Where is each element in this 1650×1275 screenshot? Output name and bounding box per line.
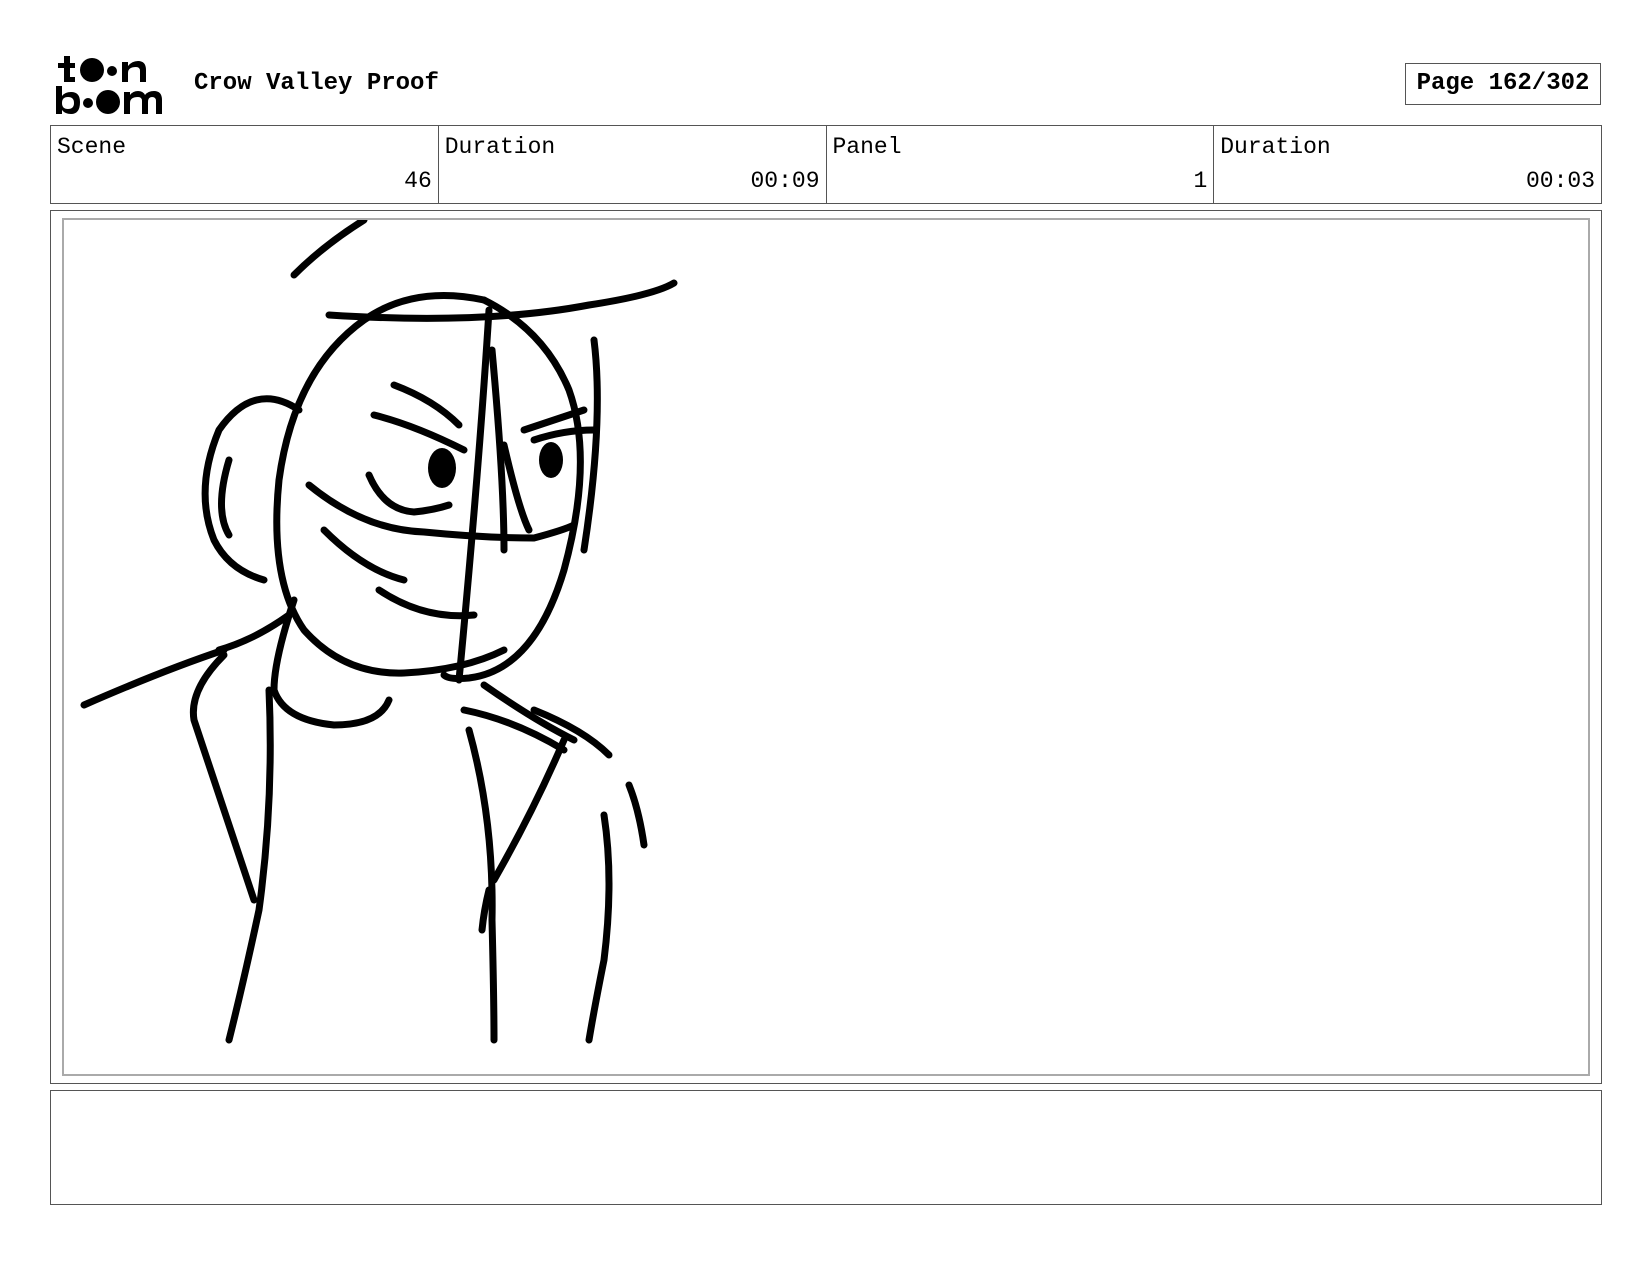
panel-duration-label: Duration	[1220, 134, 1331, 160]
scene-duration-label: Duration	[444, 134, 556, 160]
character-sketch	[80, 220, 678, 1044]
panel-duration-value: 00:03	[1525, 168, 1595, 194]
toon-boom-logo	[56, 56, 162, 114]
panel-value: 1	[1193, 168, 1208, 194]
panel-image-area	[62, 218, 1590, 1076]
scene-label: Scene	[57, 134, 127, 160]
scene-duration-cell: Duration 00:09	[439, 126, 827, 203]
scene-cell: Scene 46	[51, 126, 439, 203]
storyboard-panel	[50, 210, 1602, 1084]
panel-label: Panel	[832, 134, 902, 160]
panel-notes-box	[50, 1090, 1602, 1205]
panel-duration-cell: Duration 00:03	[1214, 126, 1601, 203]
page-indicator: Page 162/302	[1405, 63, 1601, 105]
project-title: Crow Valley Proof	[194, 70, 439, 97]
scene-duration-value: 00:09	[750, 168, 820, 194]
scene-value: 46	[404, 168, 432, 194]
scene-info-table: Scene 46 Duration 00:09 Panel 1 Duration…	[50, 125, 1602, 204]
panel-cell: Panel 1	[827, 126, 1215, 203]
